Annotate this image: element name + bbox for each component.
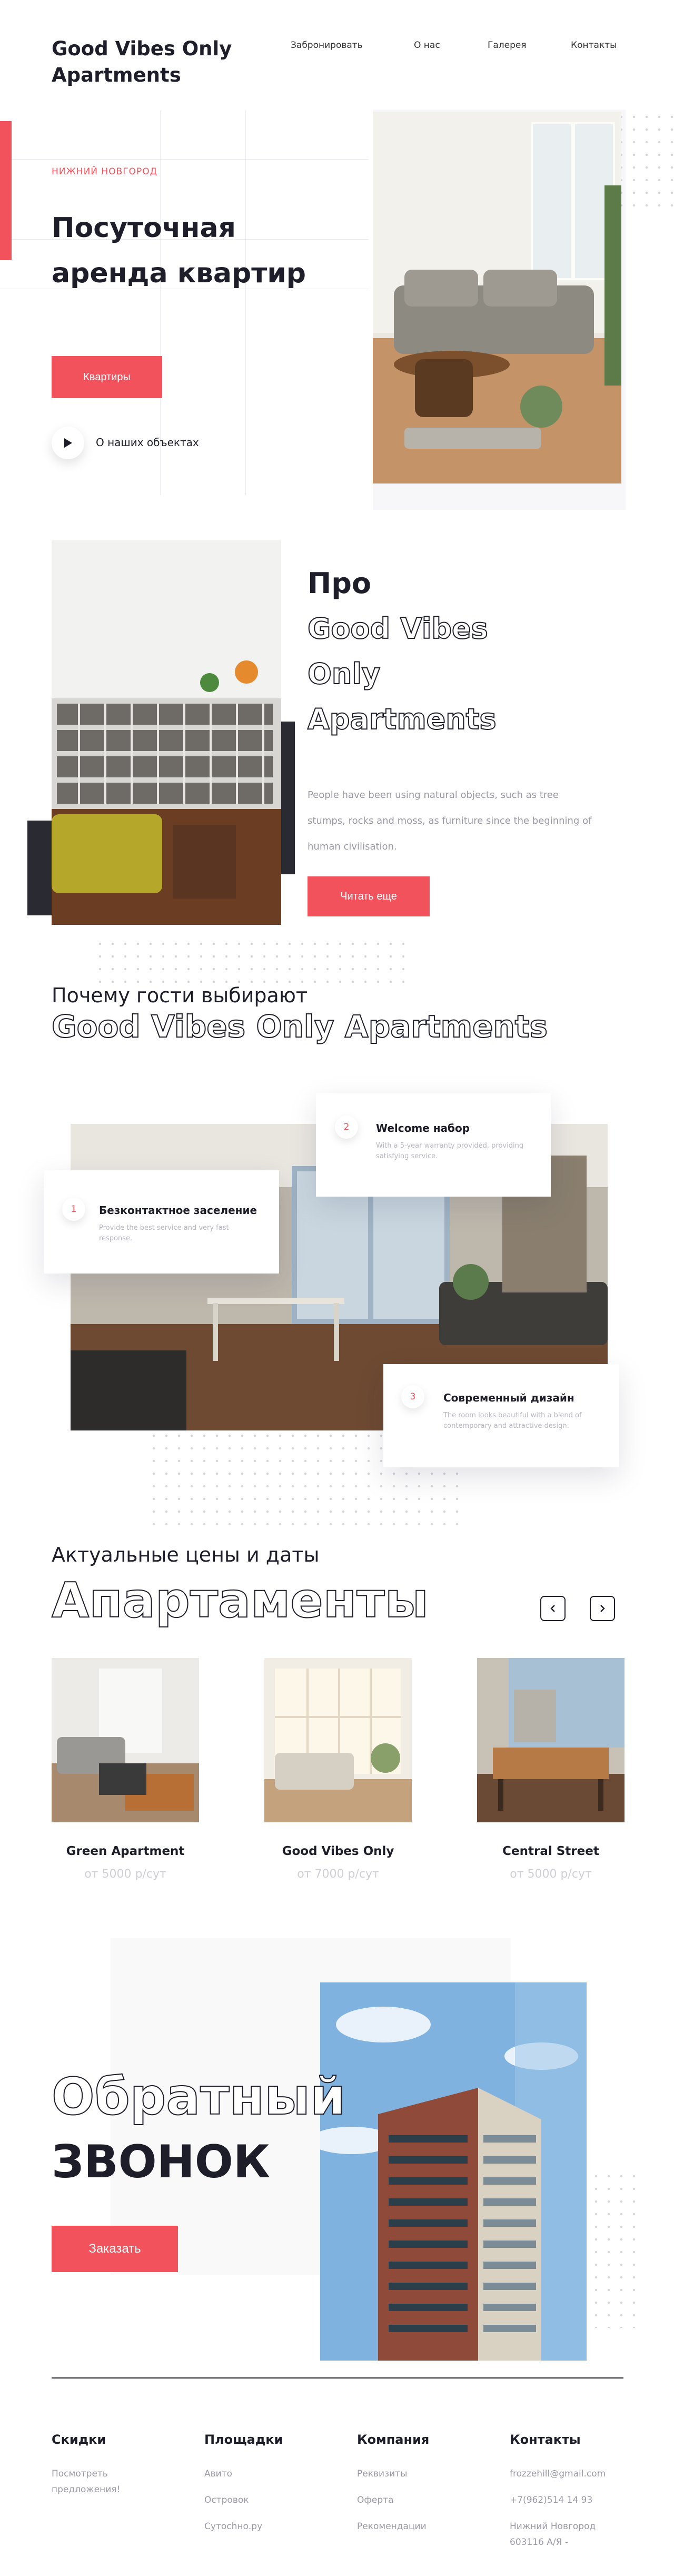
callback-building-photo [320, 1982, 587, 2361]
dot-pattern [590, 2170, 642, 2328]
footer-phone[interactable]: +7(962)514 14 93 [510, 2492, 641, 2508]
footer-address: Нижний Новгород 603116 А/Я - [510, 2521, 596, 2548]
footer-divider [52, 2377, 623, 2378]
apartment-photo [264, 1658, 412, 1822]
apartment-name[interactable]: Green Apartment [52, 1844, 199, 1858]
nav-gallery[interactable]: Галерея [488, 40, 527, 51]
apartment-card[interactable] [52, 1658, 199, 1822]
apartment-price: от 5000 р/сут [510, 1868, 592, 1881]
callback-title-outline: Обратный [51, 2067, 346, 2127]
hero-city: Нижний Новгород [52, 166, 157, 177]
footer-link[interactable]: Рекомендации [357, 2519, 494, 2534]
feature-card: 3 Современный дизайн The room looks beau… [383, 1364, 619, 1467]
footer-link[interactable]: Авито [204, 2466, 341, 2482]
nav-book[interactable]: Забронировать [291, 40, 363, 51]
callback-title: ЗВОНОК [52, 2136, 271, 2188]
feature-title: Безконтактное заселение [99, 1204, 257, 1217]
feature-number: 2 [335, 1116, 358, 1139]
about-title-line: Only [307, 657, 381, 691]
feature-card: 1 Безконтактное заселение Provide the be… [44, 1170, 279, 1274]
prices-title: Актуальные цены и даты [52, 1543, 320, 1566]
prev-arrow-button[interactable] [540, 1596, 566, 1621]
apartment-photo [52, 1658, 199, 1822]
next-arrow-button[interactable] [590, 1596, 615, 1621]
about-title-line: Good Vibes [307, 611, 489, 646]
footer-column-platforms: Площадки Авито Островок Сутochно.ру [204, 2432, 341, 2534]
chevron-right-icon [600, 1605, 605, 1612]
nav-about[interactable]: О нас [414, 40, 440, 51]
feature-text: Provide the best service and very fast r… [99, 1224, 229, 1242]
apartments-title: Апартаменты [51, 1572, 429, 1629]
play-label[interactable]: О наших объектах [96, 436, 199, 449]
apartment-name[interactable]: Central Street [477, 1844, 625, 1858]
read-more-button[interactable]: Читать еще [308, 876, 430, 916]
footer-link[interactable]: Реквизиты [357, 2466, 494, 2482]
accent-bar [0, 121, 12, 260]
feature-number: 1 [62, 1198, 85, 1221]
footer-heading: Контакты [510, 2432, 581, 2447]
apartment-price: от 7000 р/сут [297, 1868, 379, 1881]
about-title-pro: Про [308, 567, 371, 600]
footer-link[interactable]: Посмотреть предложения! [52, 2466, 157, 2498]
feature-card: 2 Welcome набор With a 5-year warranty p… [316, 1093, 551, 1197]
feature-title: Современный дизайн [443, 1391, 574, 1404]
why-title: Почему гости выбирают [52, 984, 308, 1007]
decor-line [0, 159, 369, 160]
footer-email[interactable]: frozzehill@gmail.com [510, 2466, 641, 2482]
footer-heading: Скидки [52, 2432, 106, 2447]
apartment-card[interactable] [264, 1658, 412, 1822]
footer-column-company: Компания Реквизиты Оферта Рекомендации [357, 2432, 494, 2534]
apartment-photo [477, 1658, 625, 1822]
apartment-price: от 5000 р/сут [84, 1868, 166, 1881]
chevron-left-icon [550, 1605, 555, 1612]
nav-contacts[interactable]: Контакты [571, 40, 617, 51]
apartment-card[interactable] [477, 1658, 625, 1822]
feature-text: With a 5-year warranty provided, providi… [376, 1142, 524, 1160]
play-icon [64, 438, 72, 448]
order-call-button[interactable]: Заказать [52, 2226, 178, 2272]
decor-line [245, 111, 246, 495]
play-button[interactable] [52, 427, 84, 459]
site-logo[interactable]: Good Vibes Only Apartments [52, 36, 273, 88]
why-subtitle: Good Vibes Only Apartments [51, 1008, 548, 1045]
footer-link[interactable]: Оферта [357, 2492, 494, 2508]
hero-living-room-photo [373, 112, 621, 483]
about-title-line: Apartments [307, 702, 497, 736]
about-title: Про Good Vibes Only Apartments [307, 561, 497, 742]
feature-text: The room looks beautiful with a blend of… [443, 1412, 582, 1430]
footer-heading: Компания [357, 2432, 430, 2447]
about-text: People have been using natural objects, … [308, 789, 592, 852]
feature-number: 3 [401, 1385, 424, 1408]
about-bookshelf-photo [52, 540, 281, 925]
footer-column-contacts: Контакты frozzehill@gmail.com +7(962)514… [510, 2432, 641, 2550]
apartments-button[interactable]: Квартиры [52, 356, 162, 398]
apartment-name[interactable]: Good Vibes Only [264, 1844, 412, 1858]
footer-column-discounts: Скидки Посмотреть предложения! [52, 2432, 189, 2498]
footer-link[interactable]: Сутochно.ру [204, 2519, 341, 2534]
footer-heading: Площадки [204, 2432, 283, 2447]
feature-title: Welcome набор [376, 1122, 470, 1134]
hero-title: Посуточная аренда квартир [52, 212, 306, 289]
dot-pattern [94, 937, 410, 983]
footer-link[interactable]: Островок [204, 2492, 341, 2508]
